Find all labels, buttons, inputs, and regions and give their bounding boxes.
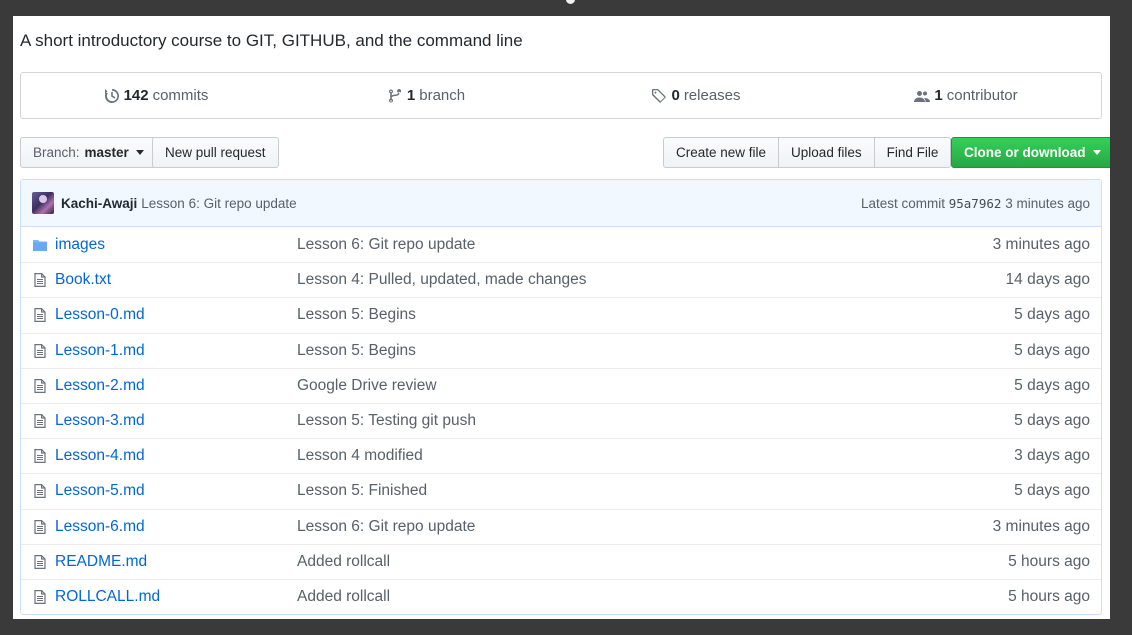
file-actions-group: Create new file Upload files Find File xyxy=(663,137,952,168)
commits-count: 142 xyxy=(123,87,149,104)
repo-description: A short introductory course to GIT, GITH… xyxy=(20,31,523,50)
branch-icon xyxy=(388,88,401,103)
file-name-link[interactable]: images xyxy=(55,236,297,254)
commit-sha[interactable]: 95a7962 xyxy=(949,196,1002,211)
file-age: 5 days ago xyxy=(1014,482,1090,500)
file-age: 5 days ago xyxy=(1014,412,1090,430)
clone-label: Clone or download xyxy=(964,145,1086,160)
file-row: Lesson-3.md Lesson 5: Testing git push 5 d… xyxy=(21,402,1101,438)
commit-message[interactable]: Lesson 6: Git repo update xyxy=(141,196,296,211)
history-icon xyxy=(104,88,119,103)
file-age: 3 minutes ago xyxy=(992,517,1090,535)
chevron-down-icon xyxy=(135,150,144,155)
file-age: 5 hours ago xyxy=(1008,552,1090,570)
branches-label: branch xyxy=(419,87,466,104)
file-row: ROLLCALL.md Added rollcall 5 hours ago xyxy=(21,578,1101,614)
file-age: 5 hours ago xyxy=(1008,587,1090,605)
file-commit-message[interactable]: Lesson 5: Begins xyxy=(297,306,1014,324)
file-name-link[interactable]: Lesson-1.md xyxy=(55,342,297,360)
file-name-link[interactable]: Lesson-2.md xyxy=(55,377,297,395)
chevron-down-icon xyxy=(1092,150,1101,155)
file-name-link[interactable]: Lesson-0.md xyxy=(55,306,297,324)
contributors-label: contributor xyxy=(946,87,1018,104)
branch-select-button[interactable]: Branch: master xyxy=(20,137,157,168)
file-commit-message[interactable]: Lesson 4 modified xyxy=(297,447,1014,465)
branch-name: master xyxy=(84,145,129,160)
file-row: README.md Added rollcall 5 hours ago xyxy=(21,543,1101,579)
file-row: Lesson-5.md Lesson 5: Finished 5 days ago xyxy=(21,473,1101,508)
file-name-link[interactable]: Lesson-4.md xyxy=(55,447,297,465)
people-icon xyxy=(914,90,931,102)
file-age: 3 days ago xyxy=(1014,447,1090,465)
tag-icon xyxy=(652,88,667,103)
file-icon xyxy=(32,589,48,605)
file-name-link[interactable]: Book.txt xyxy=(55,271,297,289)
file-icon xyxy=(32,554,48,570)
file-row: images Lesson 6: Git repo update 3 minutes… xyxy=(21,227,1101,262)
contributors-count: 1 xyxy=(934,87,943,104)
latest-commit-label: Latest commit xyxy=(860,195,945,211)
file-age: 3 minutes ago xyxy=(992,235,1090,253)
releases-count: 0 xyxy=(671,87,680,104)
file-commit-message[interactable]: Lesson 4: Pulled, updated, made changes xyxy=(297,271,1006,289)
file-commit-message[interactable]: Lesson 6: Git repo update xyxy=(297,236,993,254)
file-age: 5 days ago xyxy=(1014,376,1090,394)
file-icon xyxy=(32,378,48,394)
folder-icon xyxy=(32,237,48,253)
file-navigation: Branch: master New pull request Create n… xyxy=(20,137,1110,168)
file-row: Book.txt Lesson 4: Pulled, updated, made … xyxy=(21,262,1101,297)
file-name-link[interactable]: Lesson-3.md xyxy=(55,412,297,430)
new-pull-request-button[interactable]: New pull request xyxy=(152,137,279,168)
file-commit-message[interactable]: Lesson 6: Git repo update xyxy=(297,518,993,536)
repo-summary: 142 commits 1 branch 0 releases 1 contri… xyxy=(20,72,1102,119)
file-row: Lesson-0.md Lesson 5: Begins 5 days ago xyxy=(21,297,1101,332)
branches-count: 1 xyxy=(406,87,416,104)
file-list: Kachi-Awaji Lesson 6: Git repo update La… xyxy=(20,179,1102,616)
file-icon xyxy=(32,519,48,535)
file-age: 5 days ago xyxy=(1014,341,1090,359)
file-icon xyxy=(32,307,48,323)
clone-or-download-button[interactable]: Clone or download xyxy=(951,137,1110,168)
avatar[interactable] xyxy=(32,192,54,214)
file-commit-message[interactable]: Added rollcall xyxy=(297,553,1008,571)
find-file-button[interactable]: Find File xyxy=(873,137,952,168)
window-handle xyxy=(564,0,577,6)
file-commit-message[interactable]: Lesson 5: Begins xyxy=(297,342,1014,360)
file-icon xyxy=(32,413,48,429)
file-commit-message[interactable]: Google Drive review xyxy=(297,377,1014,395)
create-new-file-button[interactable]: Create new file xyxy=(663,137,780,168)
contributors-link[interactable]: 1 contributor xyxy=(831,87,1101,104)
file-icon xyxy=(32,343,48,359)
latest-commit-bar: Kachi-Awaji Lesson 6: Git repo update La… xyxy=(21,180,1101,227)
file-row: Lesson-2.md Google Drive review 5 days ago xyxy=(21,367,1101,403)
commit-age: 3 minutes ago xyxy=(1005,195,1090,211)
file-rows: images Lesson 6: Git repo update 3 minutes… xyxy=(21,227,1101,614)
file-row: Lesson-6.md Lesson 6: Git repo update 3 mi… xyxy=(21,508,1101,544)
file-icon xyxy=(32,272,48,288)
upload-files-button[interactable]: Upload files xyxy=(778,137,875,168)
file-row: Lesson-4.md Lesson 4 modified 3 days ago xyxy=(21,438,1101,473)
file-age: 14 days ago xyxy=(1005,271,1090,289)
branch-prefix: Branch: xyxy=(33,145,80,160)
file-commit-message[interactable]: Added rollcall xyxy=(297,588,1008,606)
file-name-link[interactable]: Lesson-5.md xyxy=(55,482,297,500)
commits-label: commits xyxy=(152,87,209,104)
releases-link[interactable]: 0 releases xyxy=(561,87,831,104)
file-row: Lesson-1.md Lesson 5: Begins 5 days ago xyxy=(21,332,1101,368)
file-icon xyxy=(32,483,48,499)
file-name-link[interactable]: README.md xyxy=(55,553,297,571)
latest-commit-info: Latest commit 95a7962 3 minutes ago xyxy=(861,196,1090,211)
file-name-link[interactable]: ROLLCALL.md xyxy=(55,588,297,606)
commits-link[interactable]: 142 commits xyxy=(21,87,291,104)
repo-page: A short introductory course to GIT, GITH… xyxy=(13,16,1110,619)
file-name-link[interactable]: Lesson-6.md xyxy=(55,518,297,536)
releases-label: releases xyxy=(683,87,741,104)
branches-link[interactable]: 1 branch xyxy=(291,87,561,104)
file-icon xyxy=(32,448,48,464)
commit-author[interactable]: Kachi-Awaji xyxy=(61,196,137,211)
file-commit-message[interactable]: Lesson 5: Testing git push xyxy=(297,412,1014,430)
file-commit-message[interactable]: Lesson 5: Finished xyxy=(297,482,1014,500)
file-age: 5 days ago xyxy=(1014,306,1090,324)
